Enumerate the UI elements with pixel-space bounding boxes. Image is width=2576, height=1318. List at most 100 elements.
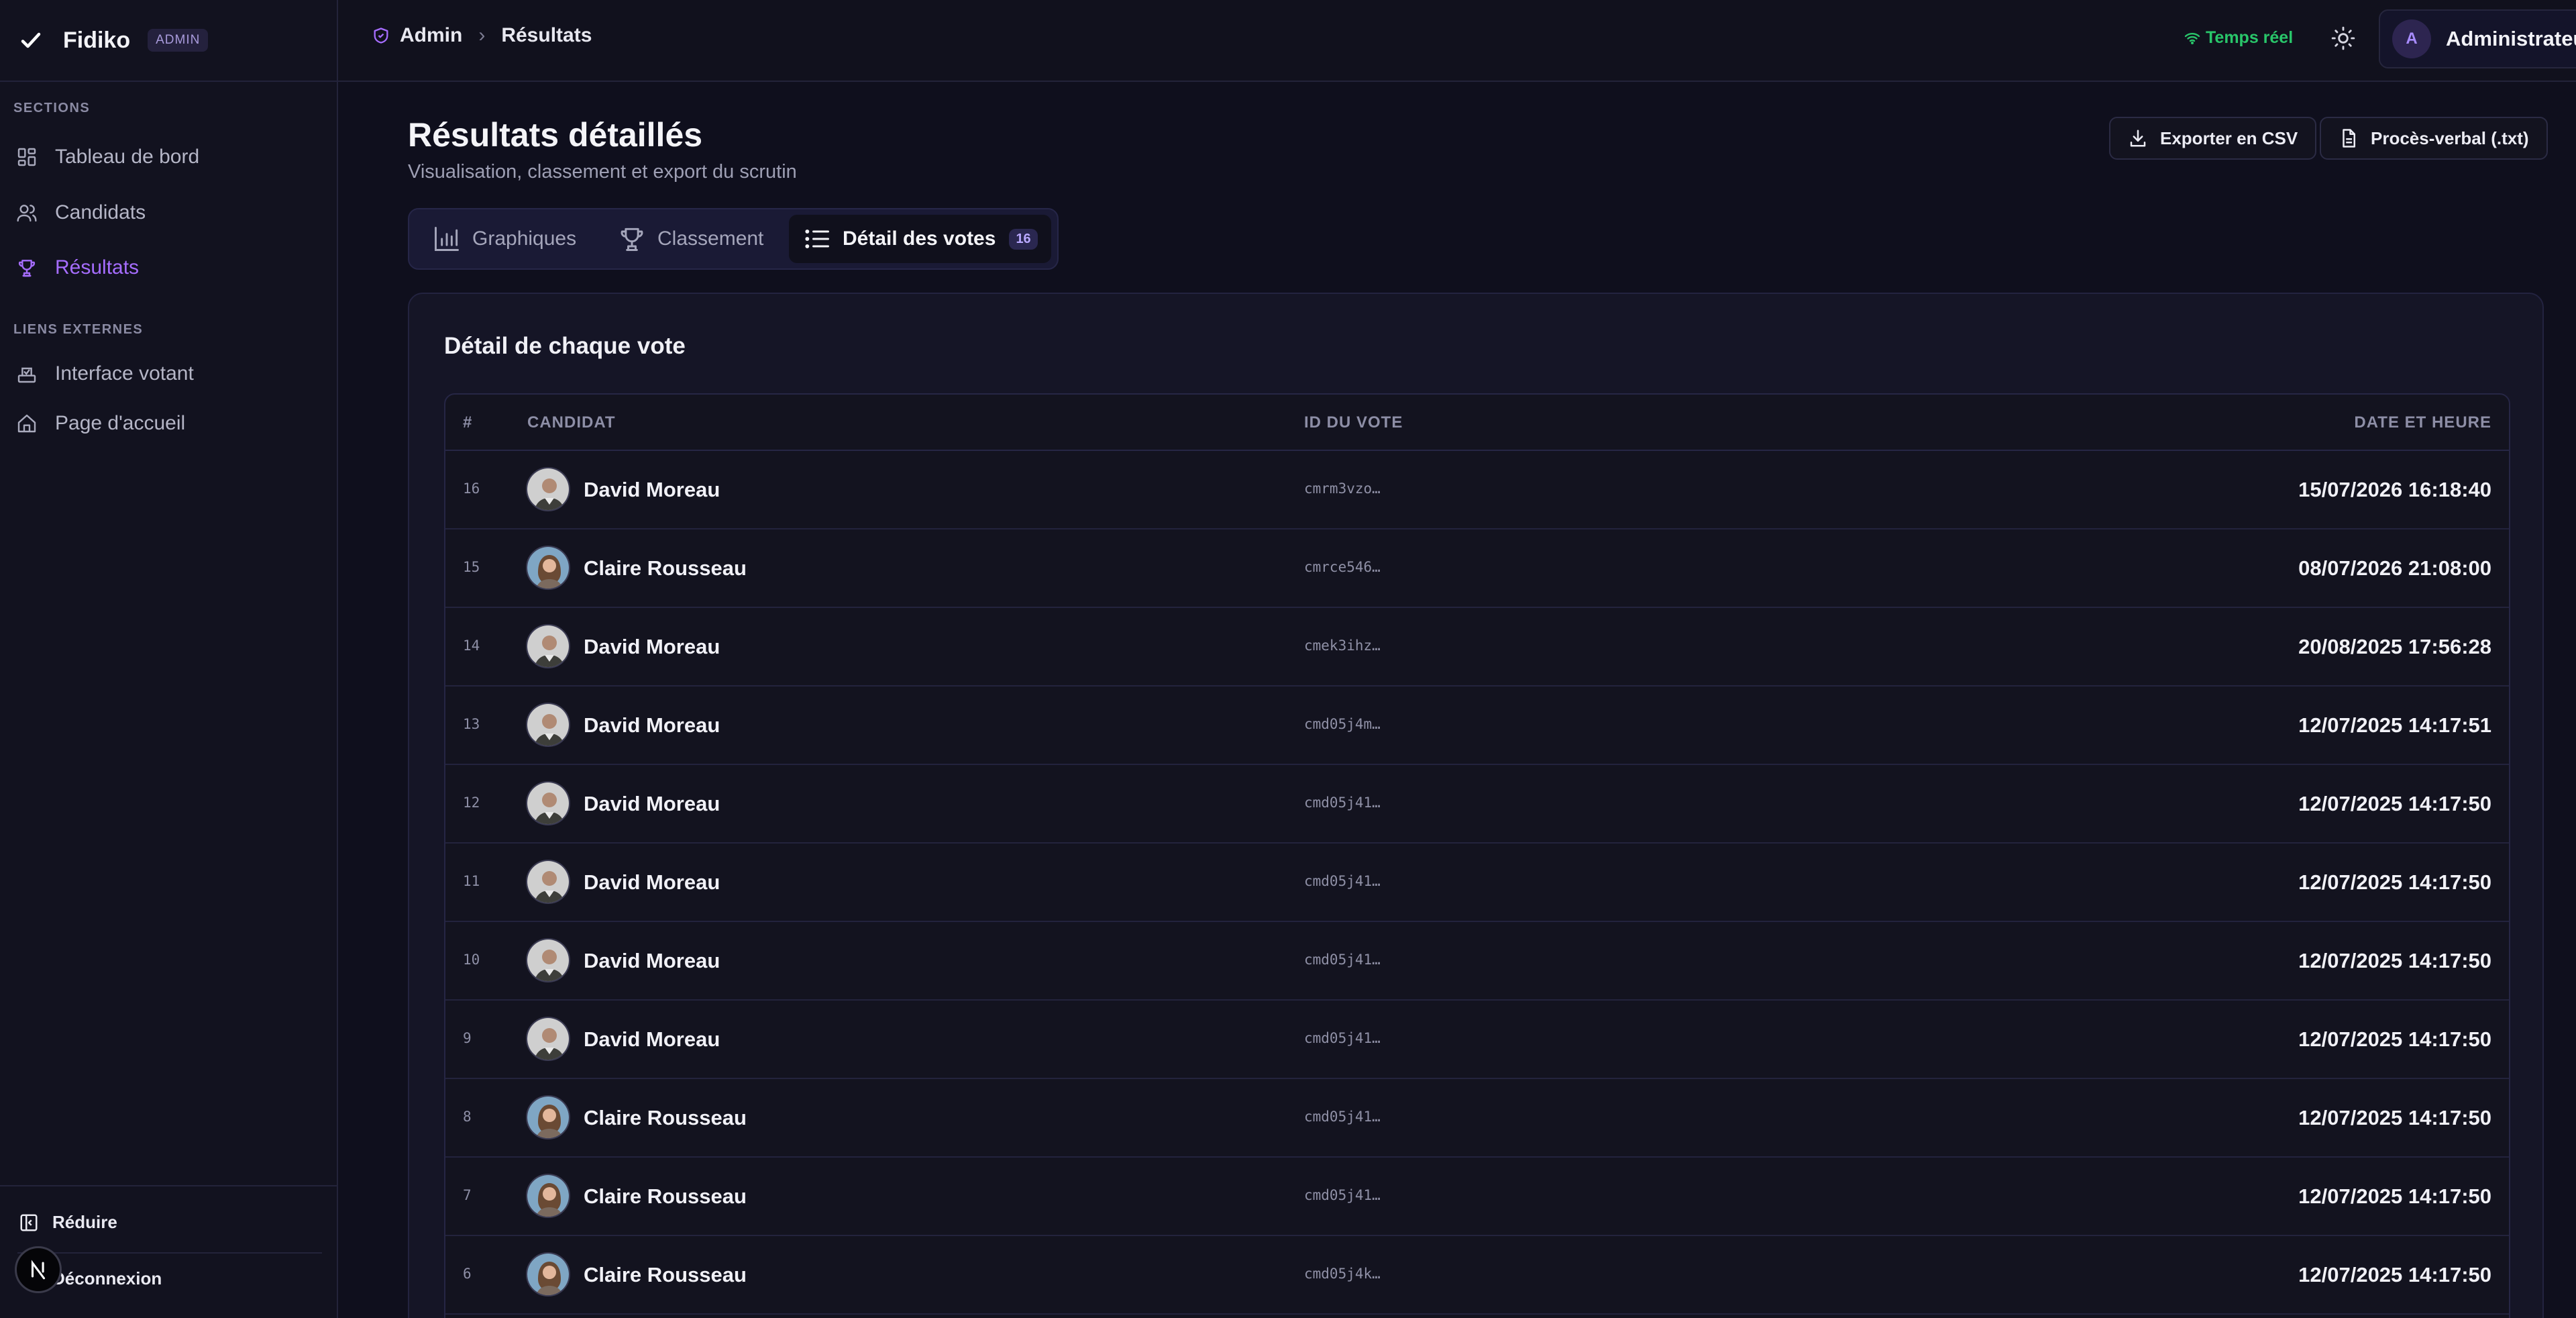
vote-number: 16 [463,480,480,497]
table-row[interactable]: 10 David Moreau cmd05j41… 12/07/2025 14:17:… [445,922,2509,1001]
candidate-avatar [526,624,570,668]
table-row[interactable]: 7 Claire Rousseau cmd05j41… 12/07/2025 14:1… [445,1158,2509,1236]
vote-id: cmd05j4m… [1304,716,1381,732]
candidate-avatar [526,938,570,982]
table-row[interactable]: 13 David Moreau cmd05j4m… 12/07/2025 14:17:… [445,687,2509,765]
export-csv-button[interactable]: Exporter en CSV [2109,117,2317,160]
vote-id: cmd05j41… [1304,952,1381,968]
vote-datetime: 12/07/2025 14:17:50 [2298,792,2491,815]
sidebar-item-label: Page d'accueil [55,412,186,434]
tab-vote-details[interactable]: Détail des votes 16 [789,215,1051,263]
candidate-name: Claire Rousseau [584,1263,747,1286]
breadcrumb: Admin › Résultats [372,24,592,47]
table-header: # CANDIDAT ID DU VOTE DATE ET HEURE [445,395,2509,451]
brand-name: Fidiko [63,27,131,53]
vote-datetime: 12/07/2025 14:17:50 [2298,1263,2491,1286]
tab-charts[interactable]: Graphiques [419,215,590,263]
logout-label: Déconnexion [52,1268,162,1288]
table-row[interactable]: 8 Claire Rousseau cmd05j41… 12/07/2025 14:1… [445,1079,2509,1158]
tab-label: Classement [657,227,764,250]
candidate-name: David Moreau [584,792,720,815]
table-row[interactable]: 6 Claire Rousseau cmd05j4k… 12/07/2025 14:1… [445,1236,2509,1315]
file-text-icon [2343,129,2355,148]
vote-datetime: 12/07/2025 14:17:50 [2298,1027,2491,1051]
table-row[interactable]: 15 Claire Rousseau cmrce546… 08/07/2026 21:… [445,529,2509,608]
vote-id: cmd05j41… [1304,1030,1381,1046]
vote-datetime: 12/07/2025 14:17:50 [2298,1184,2491,1208]
candidate-name: David Moreau [584,478,720,501]
vote-id: cmd05j41… [1304,1109,1381,1125]
collapse-label: Réduire [52,1212,117,1232]
sidebar-item-candidates[interactable]: Candidats [13,193,325,233]
table-row[interactable]: 16 David Moreau cmrm3vzo… 15/07/2026 16:18:… [445,451,2509,529]
sidebar-item-label: Interface votant [55,362,194,385]
table-row[interactable]: 14 David Moreau cmek3ihz… 20/08/2025 17:56:… [445,608,2509,687]
candidate-name: David Moreau [584,713,720,737]
nextjs-logo-icon[interactable] [15,1246,62,1293]
candidate-avatar [526,1017,570,1061]
page-title: Résultats détaillés [408,116,703,154]
realtime-label: Temps réel [2206,28,2294,47]
candidate-name: Claire Rousseau [584,1184,747,1208]
column-header-num: # [463,413,473,432]
brand[interactable]: Fidiko ADMIN [0,0,337,82]
sidebar-item-home-page[interactable]: Page d'accueil [13,403,325,444]
sidebar-item-voter-interface[interactable]: Interface votant [13,354,325,394]
vote-datetime: 12/07/2025 14:17:50 [2298,1106,2491,1129]
vote-datetime: 08/07/2026 21:08:00 [2298,556,2491,580]
dashboard-icon [17,148,36,166]
vote-datetime: 12/07/2025 14:17:51 [2298,713,2491,737]
sidebar-item-label: Candidats [55,201,146,223]
column-header-vote-id: ID DU VOTE [1304,413,1403,432]
minutes-txt-button[interactable]: Procès-verbal (.txt) [2320,117,2548,160]
results-tabs: Graphiques Classement Détail des votes 1… [408,208,1059,270]
realtime-indicator: Temps réel [2184,28,2293,48]
minutes-txt-label: Procès-verbal (.txt) [2371,128,2529,148]
candidate-avatar [526,1252,570,1297]
top-header: Admin › Résultats Temps réel A Administr… [338,0,2576,82]
collapse-button[interactable]: Réduire [19,1212,117,1233]
vote-datetime: 20/08/2025 17:56:28 [2298,635,2491,658]
table-row[interactable]: 9 David Moreau cmd05j41… 12/07/2025 14:17:5… [445,1001,2509,1079]
card-title: Détail de chaque vote [444,333,686,359]
vote-id: cmd05j4k… [1304,1266,1381,1282]
external-links-label: LIENS EXTERNES [13,322,144,337]
tab-label: Détail des votes [843,227,996,250]
vote-id: cmd05j41… [1304,795,1381,811]
breadcrumb-root[interactable]: Admin [400,24,462,47]
vote-id: cmd05j41… [1304,1187,1381,1203]
column-header-candidate: CANDIDAT [527,413,616,432]
sidebar-item-results[interactable]: Résultats [13,248,325,288]
table-row[interactable]: 11 David Moreau cmd05j41… 12/07/2025 14:17:… [445,844,2509,922]
vote-number: 7 [463,1187,472,1203]
shield-icon [374,28,388,44]
vote-number: 11 [463,873,480,889]
sidebar-divider [0,1185,338,1186]
candidate-avatar [526,781,570,825]
vote-number: 14 [463,638,480,654]
sidebar-item-label: Tableau de bord [55,146,200,168]
candidate-avatar [526,546,570,590]
vote-id: cmd05j41… [1304,873,1381,889]
table-row[interactable]: 12 David Moreau cmd05j41… 12/07/2025 14:17:… [445,765,2509,844]
list-icon [805,230,829,248]
user-name: Administrateur [2446,27,2576,50]
tab-label: Graphiques [472,227,577,250]
check-logo-icon [21,32,41,48]
candidate-name: David Moreau [584,1027,720,1051]
sidebar-item-dashboard[interactable]: Tableau de bord [13,137,325,177]
avatar: A [2392,19,2431,58]
ballot-icon [17,367,36,383]
candidate-avatar [526,1174,570,1218]
candidate-name: David Moreau [584,870,720,894]
user-menu[interactable]: A Administrateur [2379,9,2576,68]
candidate-name: Claire Rousseau [584,556,747,580]
trophy-icon [621,227,643,251]
vote-number: 8 [463,1109,472,1125]
vote-count-badge: 16 [1009,228,1038,250]
vote-id: cmrce546… [1304,559,1381,575]
app-root: Fidiko ADMIN SECTIONS Tableau de bord Ca… [0,0,2576,1318]
theme-toggle-sun-icon[interactable] [2330,26,2356,51]
collapse-sidebar-icon [20,1214,38,1231]
tab-ranking[interactable]: Classement [604,215,777,263]
